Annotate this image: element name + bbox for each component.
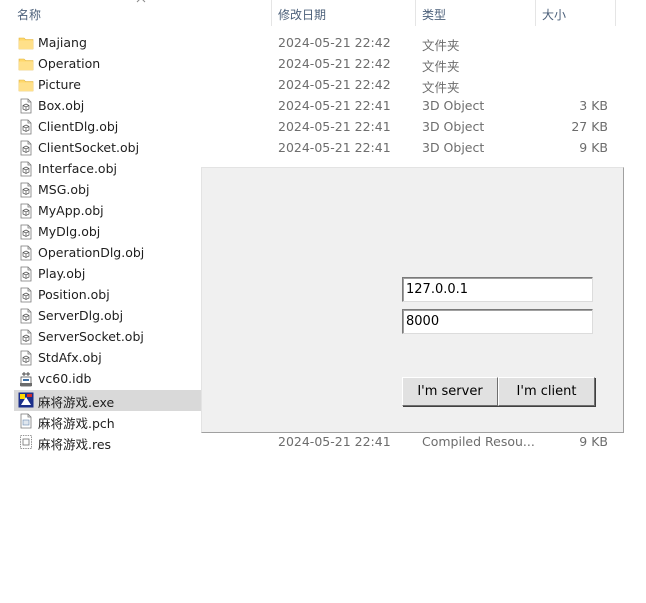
file-row[interactable]: Picture 2024-05-21 22:42 文件夹	[0, 75, 646, 96]
exe-app-icon	[18, 392, 34, 408]
object-file-icon	[18, 203, 34, 219]
file-name: MSG.obj	[38, 182, 90, 197]
object-file-icon	[18, 266, 34, 282]
object-file-icon	[18, 140, 34, 156]
folder-icon	[18, 56, 34, 72]
file-name: OperationDlg.obj	[38, 245, 145, 260]
file-name: ClientDlg.obj	[38, 119, 119, 134]
file-row[interactable]: 麻将游戏.res 2024-05-21 22:41 Compiled Resou..…	[0, 432, 646, 453]
idb-file-icon	[18, 371, 34, 387]
file-type: 3D Object	[422, 140, 485, 155]
object-file-icon	[18, 329, 34, 345]
sort-up-icon	[136, 0, 146, 3]
file-name: vc60.idb	[38, 371, 92, 386]
object-file-icon	[18, 308, 34, 324]
file-name: Play.obj	[38, 266, 86, 281]
object-file-icon	[18, 182, 34, 198]
file-name: Box.obj	[38, 98, 85, 113]
file-row[interactable]: Majiang 2024-05-21 22:42 文件夹	[0, 33, 646, 54]
file-date: 2024-05-21 22:42	[278, 77, 391, 92]
type-column-header[interactable]: 类型	[422, 6, 446, 23]
file-date: 2024-05-21 22:41	[278, 434, 391, 449]
connection-dialog: I'm server I'm client	[201, 167, 624, 433]
file-date: 2024-05-21 22:41	[278, 140, 391, 155]
file-type: 3D Object	[422, 98, 485, 113]
file-name: ClientSocket.obj	[38, 140, 140, 155]
file-row[interactable]: Box.obj 2024-05-21 22:41 3D Object 3 KB	[0, 96, 646, 117]
object-file-icon	[18, 98, 34, 114]
file-name: MyDlg.obj	[38, 224, 101, 239]
server-button[interactable]: I'm server	[402, 377, 498, 406]
object-file-icon	[18, 224, 34, 240]
column-divider[interactable]	[415, 0, 416, 26]
file-type: 文件夹	[422, 80, 460, 95]
file-name: StdAfx.obj	[38, 350, 102, 365]
file-type: 文件夹	[422, 38, 460, 53]
file-name: Interface.obj	[38, 161, 117, 176]
file-date: 2024-05-21 22:42	[278, 35, 391, 50]
ip-address-input[interactable]	[402, 277, 593, 302]
file-name: Operation	[38, 56, 101, 71]
file-size: 27 KB	[571, 119, 608, 134]
file-row[interactable]: ClientSocket.obj 2024-05-21 22:41 3D Objec…	[0, 138, 646, 159]
object-file-icon	[18, 119, 34, 135]
file-type: 3D Object	[422, 119, 485, 134]
size-column-header[interactable]: 大小	[542, 6, 566, 23]
file-date: 2024-05-21 22:41	[278, 98, 391, 113]
file-type: Compiled Resou...	[422, 434, 535, 449]
resource-file-icon	[18, 434, 34, 450]
date-column-header[interactable]: 修改日期	[278, 6, 326, 23]
file-name: Position.obj	[38, 287, 110, 302]
file-name: ServerSocket.obj	[38, 329, 144, 344]
file-name: Majiang	[38, 35, 87, 50]
file-size: 3 KB	[579, 98, 608, 113]
folder-icon	[18, 77, 34, 93]
file-type: 文件夹	[422, 59, 460, 74]
column-divider[interactable]	[271, 0, 272, 26]
column-divider[interactable]	[535, 0, 536, 26]
file-row[interactable]: ClientDlg.obj 2024-05-21 22:41 3D Object 27…	[0, 117, 646, 138]
file-name: MyApp.obj	[38, 203, 104, 218]
client-button[interactable]: I'm client	[498, 377, 595, 406]
generic-file-icon	[18, 413, 34, 429]
object-file-icon	[18, 350, 34, 366]
column-header: 名称 修改日期 类型 大小	[0, 0, 646, 26]
file-date: 2024-05-21 22:41	[278, 119, 391, 134]
object-file-icon	[18, 161, 34, 177]
file-size: 9 KB	[579, 140, 608, 155]
folder-icon	[18, 35, 34, 51]
file-name: 麻将游戏.res	[38, 437, 112, 452]
name-column-header[interactable]: 名称	[17, 6, 41, 23]
file-row[interactable]: Operation 2024-05-21 22:42 文件夹	[0, 54, 646, 75]
file-name: 麻将游戏.exe	[38, 395, 115, 410]
column-divider[interactable]	[615, 0, 616, 26]
object-file-icon	[18, 245, 34, 261]
port-input[interactable]	[402, 309, 593, 334]
file-name: ServerDlg.obj	[38, 308, 124, 323]
file-date: 2024-05-21 22:42	[278, 56, 391, 71]
file-name: 麻将游戏.pch	[38, 416, 115, 431]
file-name: Picture	[38, 77, 81, 92]
object-file-icon	[18, 287, 34, 303]
file-size: 9 KB	[579, 434, 608, 449]
